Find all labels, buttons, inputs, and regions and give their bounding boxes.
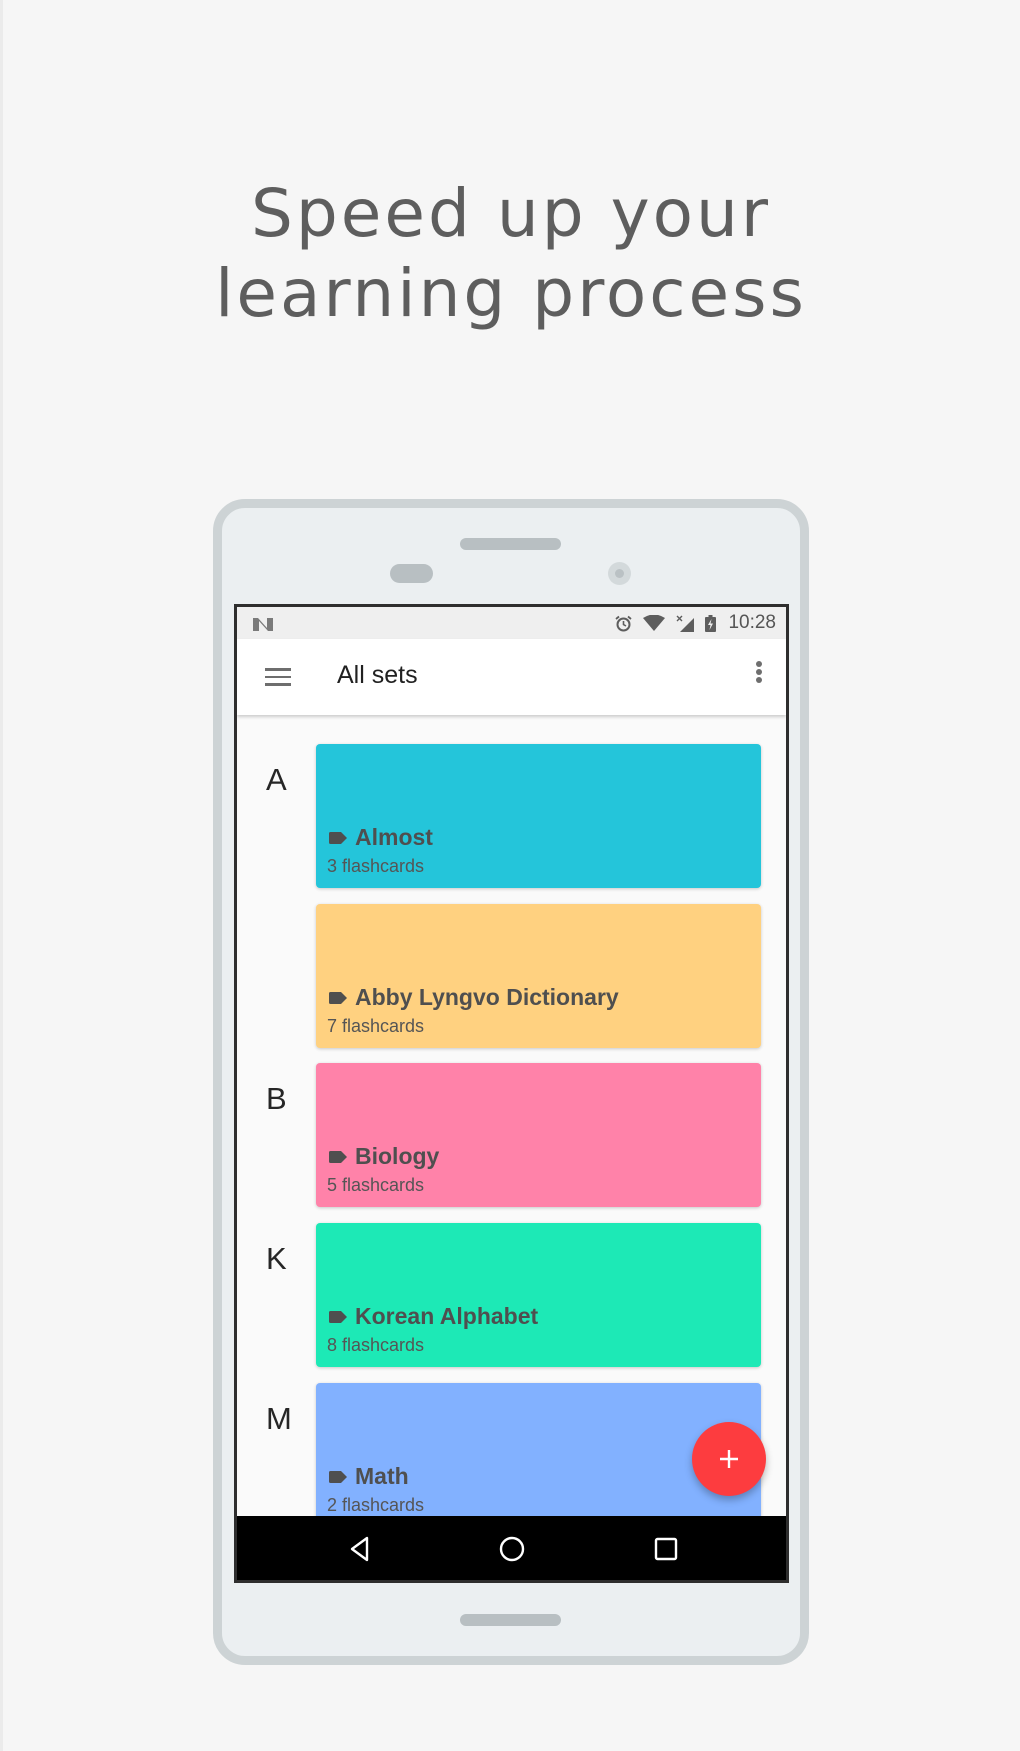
set-card[interactable]: Korean Alphabet 8 flashcards: [316, 1223, 761, 1367]
set-title: Korean Alphabet: [329, 1303, 538, 1330]
set-title: Almost: [329, 824, 433, 851]
headline-line-1: Speed up your: [251, 175, 771, 252]
set-title: Abby Lyngvo Dictionary: [329, 984, 619, 1011]
set-row: K Korean Alphabet 8 flashcards: [237, 1223, 786, 1367]
set-row: B Biology 5 flashcards: [237, 1063, 786, 1207]
hamburger-menu-icon[interactable]: [265, 668, 291, 686]
phone-earpiece: [460, 538, 561, 550]
set-count: 5 flashcards: [327, 1175, 425, 1195]
add-set-button[interactable]: [692, 1422, 766, 1496]
back-icon: [350, 1536, 369, 1562]
sets-list[interactable]: A Almost 3 flashcards Abby Lyngvo Dictio…: [237, 715, 786, 1519]
label-tag-icon: [329, 991, 347, 1004]
nav-recents-button[interactable]: [652, 1535, 680, 1563]
set-count: 7 flashcards: [327, 1016, 425, 1036]
wifi-icon: [643, 615, 666, 631]
headline-line-2: learning process: [215, 255, 807, 332]
recents-icon: [654, 1537, 678, 1561]
plus-icon: [720, 1450, 738, 1468]
page-title: All sets: [337, 661, 418, 689]
phone-bottom-speaker: [460, 1614, 561, 1626]
app-bar: All sets: [237, 639, 786, 715]
set-card[interactable]: Biology 5 flashcards: [316, 1063, 761, 1207]
section-letter: B: [266, 1081, 287, 1116]
set-count: 2 flashcards: [327, 1495, 425, 1515]
set-name: Almost: [355, 824, 433, 850]
label-tag-icon: [329, 1470, 347, 1483]
section-letter: A: [266, 762, 287, 797]
label-tag-icon: [329, 1310, 347, 1323]
battery-charging-icon: [705, 614, 717, 632]
more-vert-icon[interactable]: [754, 661, 764, 689]
status-time: 10:28: [728, 612, 776, 633]
set-name: Abby Lyngvo Dictionary: [355, 984, 619, 1010]
section-letter: K: [266, 1241, 287, 1276]
n-logo-icon: [253, 618, 273, 631]
set-row: A Almost 3 flashcards: [237, 744, 786, 888]
set-title: Biology: [329, 1143, 439, 1170]
set-name: Korean Alphabet: [355, 1303, 539, 1329]
nav-back-button[interactable]: [347, 1535, 375, 1563]
set-row: Abby Lyngvo Dictionary 7 flashcards: [237, 904, 786, 1048]
set-card[interactable]: Almost 3 flashcards: [316, 744, 761, 888]
set-count: 8 flashcards: [327, 1335, 425, 1355]
label-tag-icon: [329, 1150, 347, 1163]
label-tag-icon: [329, 831, 347, 844]
alarm-icon: [615, 615, 633, 631]
set-count: 3 flashcards: [327, 856, 425, 876]
system-nav-bar: [237, 1516, 786, 1580]
section-letter: M: [266, 1401, 292, 1436]
signal-no-data-icon: [676, 615, 695, 632]
home-icon: [499, 1536, 525, 1562]
set-title: Math: [329, 1463, 409, 1490]
set-name: Biology: [355, 1143, 440, 1169]
status-bar: 10:28: [237, 607, 786, 639]
promo-headline: Speed up your learning process: [0, 174, 1020, 334]
nav-home-button[interactable]: [498, 1535, 526, 1563]
phone-sensor: [390, 564, 433, 583]
phone-screen: 10:28 All sets A Almost 3 flashcards Abb…: [234, 604, 789, 1583]
set-card[interactable]: Abby Lyngvo Dictionary 7 flashcards: [316, 904, 761, 1048]
set-name: Math: [355, 1463, 409, 1489]
phone-front-camera: [608, 562, 631, 585]
